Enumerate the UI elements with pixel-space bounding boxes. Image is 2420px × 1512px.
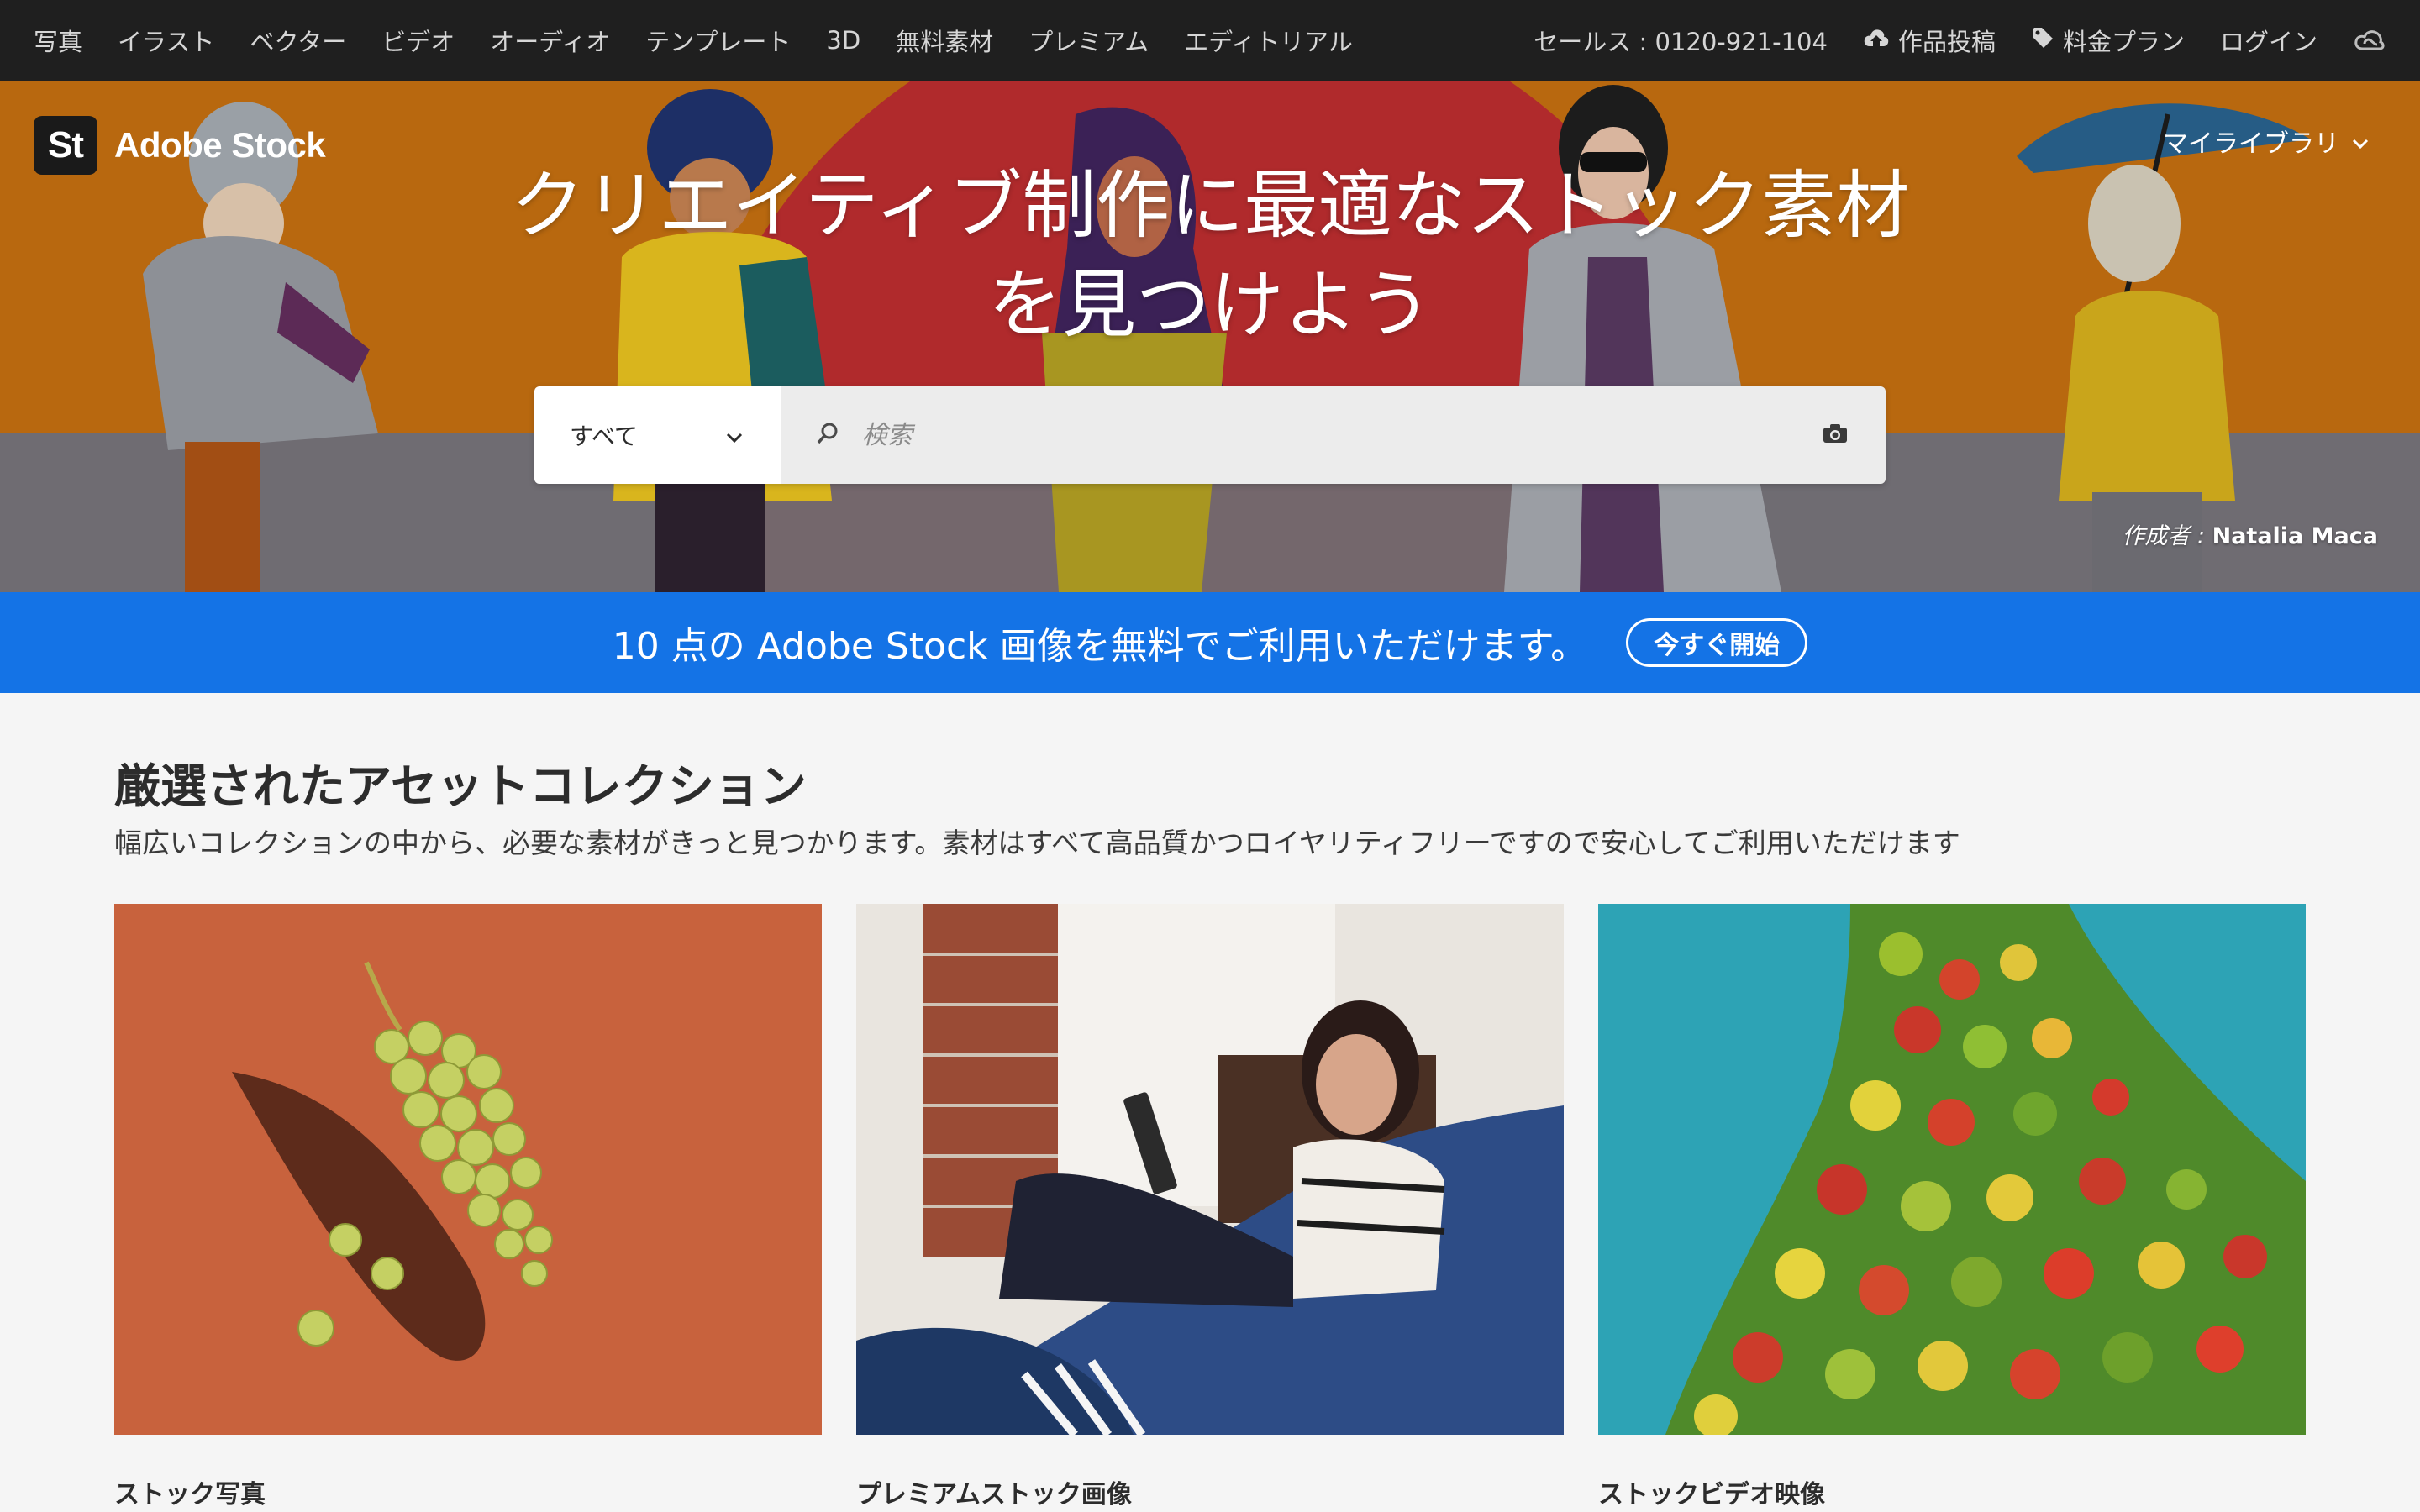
nav-free[interactable]: 無料素材 (896, 23, 993, 58)
tag-icon (2031, 26, 2054, 55)
start-now-button[interactable]: 今すぐ開始 (1626, 618, 1808, 667)
hero-title-line-2: を見つけよう (987, 261, 1432, 348)
search-category-value: すべて (570, 423, 638, 450)
section-title: 厳選されたアセットコレクション (114, 759, 807, 813)
card-label: ストック写真 (114, 1480, 266, 1509)
search-icon (815, 421, 840, 449)
nav-3d[interactable]: 3D (826, 26, 860, 55)
upload-label: 作品投稿 (1897, 28, 1996, 56)
collection-cards: ストック写真 プレミアムストック画像 ストックビデオ映像 (114, 904, 2306, 1512)
pricing-label: 料金プラン (2062, 28, 2185, 56)
credit-prefix: 作成者 : (2122, 523, 2206, 549)
my-library-label: マイライブラリ (2163, 129, 2339, 159)
nav-templates[interactable]: テンプレート (645, 23, 791, 58)
nav-premium[interactable]: プレミアム (1028, 23, 1149, 58)
search-category-dropdown[interactable]: すべて (534, 386, 781, 484)
nav-videos[interactable]: ビデオ (381, 23, 455, 58)
nav-audio[interactable]: オーディオ (490, 23, 610, 58)
card-label: プレミアムストック画像 (856, 1480, 1132, 1509)
collection-card-stock-photos[interactable]: ストック写真 (114, 904, 822, 1510)
woman-reading-thumbnail (856, 904, 1564, 1435)
hero-headline: クリエイティブ制作に最適なストック素材 を見つけよう (0, 156, 2420, 354)
account-nav: セールス : 0120-921-104 作品投稿 料金プラン ログイン (1498, 23, 2386, 58)
upload-link[interactable]: 作品投稿 (1863, 23, 1996, 58)
nav-illustrations[interactable]: イラスト (118, 23, 214, 58)
card-label: ストックビデオ映像 (1598, 1480, 1825, 1509)
search-field-container (781, 386, 1886, 484)
category-nav: 写真 イラスト ベクター ビデオ オーディオ テンプレート 3D 無料素材 プレ… (34, 23, 1388, 58)
creative-cloud-icon[interactable] (2353, 27, 2386, 54)
collection-card-video[interactable]: ストックビデオ映像 (1598, 904, 2306, 1510)
artist-credit: 作成者 : Natalia Maca (2122, 517, 2378, 550)
promo-text: 10 点の Adobe Stock 画像を無料でご利用いただけます。 (612, 625, 1588, 668)
credit-artist-name[interactable]: Natalia Maca (2212, 523, 2378, 549)
pricing-link[interactable]: 料金プラン (2031, 23, 2185, 58)
sales-phone: セールス : 0120-921-104 (1534, 28, 1828, 56)
top-navigation-bar: 写真 イラスト ベクター ビデオ オーディオ テンプレート 3D 無料素材 プレ… (0, 0, 2420, 81)
hero-banner: St Adobe Stock マイライブラリ クリエイティブ制作に最適なストック… (0, 81, 2420, 592)
nav-editorial[interactable]: エディトリアル (1184, 23, 1353, 58)
search-input[interactable] (860, 419, 1822, 451)
grapes-thumbnail (114, 904, 822, 1435)
collection-card-premium[interactable]: プレミアムストック画像 (856, 904, 1564, 1510)
aerial-forest-thumbnail (1598, 904, 2306, 1435)
chevron-down-icon (2351, 127, 2370, 156)
cloud-upload-icon (1863, 26, 1890, 55)
free-trial-banner: 10 点の Adobe Stock 画像を無料でご利用いただけます。 今すぐ開始 (0, 592, 2420, 693)
curated-collections-header: 厳選されたアセットコレクション 幅広いコレクションの中から、必要な素材がきっと見… (114, 756, 2306, 862)
my-library-button[interactable]: マイライブラリ (2163, 123, 2370, 160)
search-bar: すべて (534, 386, 1886, 484)
nav-vectors[interactable]: ベクター (250, 23, 346, 58)
nav-photos[interactable]: 写真 (34, 23, 82, 58)
chevron-down-icon (725, 422, 744, 449)
login-link[interactable]: ログイン (2220, 23, 2317, 58)
camera-icon[interactable] (1822, 423, 1849, 448)
hero-title-line-1: クリエイティブ制作に最適なストック素材 (510, 162, 1910, 249)
section-subtitle: 幅広いコレクションの中から、必要な素材がきっと見つかります。素材はすべて高品質か… (114, 827, 1960, 859)
